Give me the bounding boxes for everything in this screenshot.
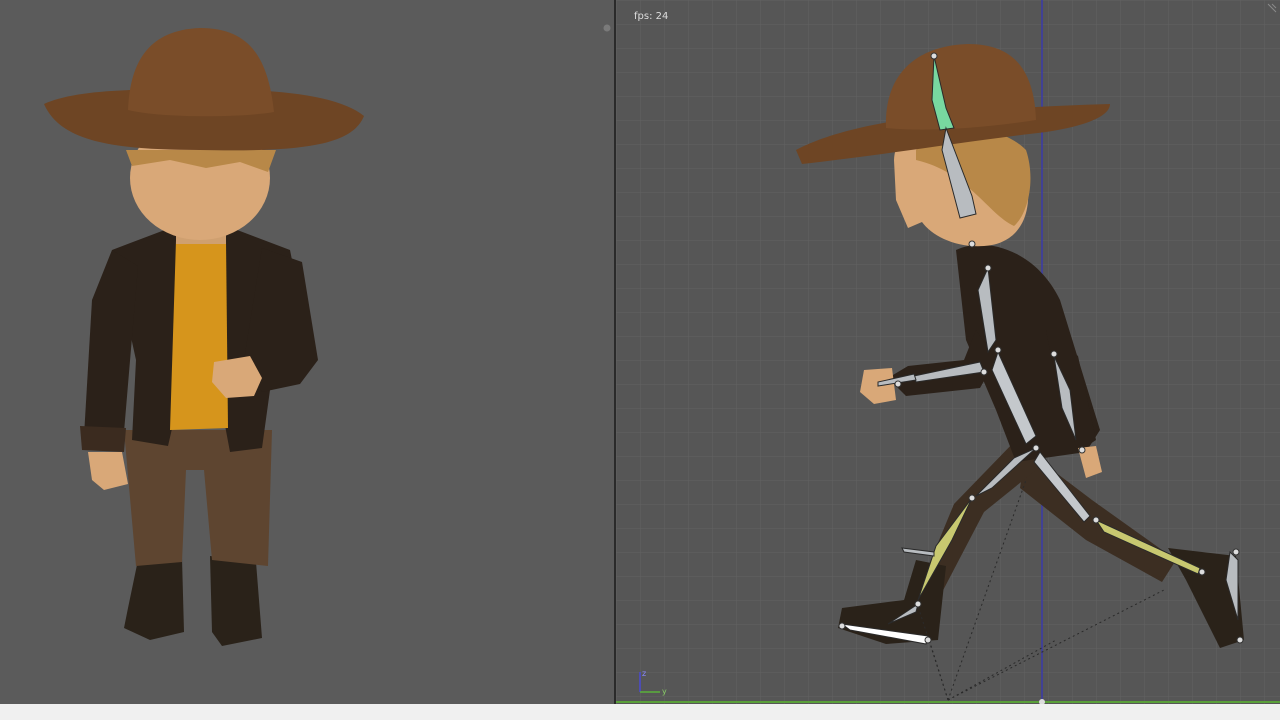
corner-resize-icon[interactable] <box>1266 2 1278 14</box>
pants <box>124 430 272 566</box>
axis-z-label: z <box>642 669 646 678</box>
bottom-status-strip <box>0 704 1280 720</box>
fps-counter: fps: 24 <box>634 11 669 22</box>
axis-gizmo-icon[interactable]: z y <box>634 666 670 696</box>
right-boot <box>210 556 262 646</box>
shirt <box>170 240 228 430</box>
left-arm <box>84 250 138 436</box>
right-viewport[interactable]: fps: 24 z y <box>616 0 1280 720</box>
hat-crown <box>128 28 274 117</box>
axis-y-label: y <box>662 687 667 696</box>
grid-overlay <box>616 0 1280 720</box>
left-hand <box>88 452 128 490</box>
left-cuff <box>80 426 126 452</box>
left-viewport[interactable] <box>0 0 614 720</box>
left-boot <box>124 558 184 640</box>
front-character <box>44 28 364 646</box>
